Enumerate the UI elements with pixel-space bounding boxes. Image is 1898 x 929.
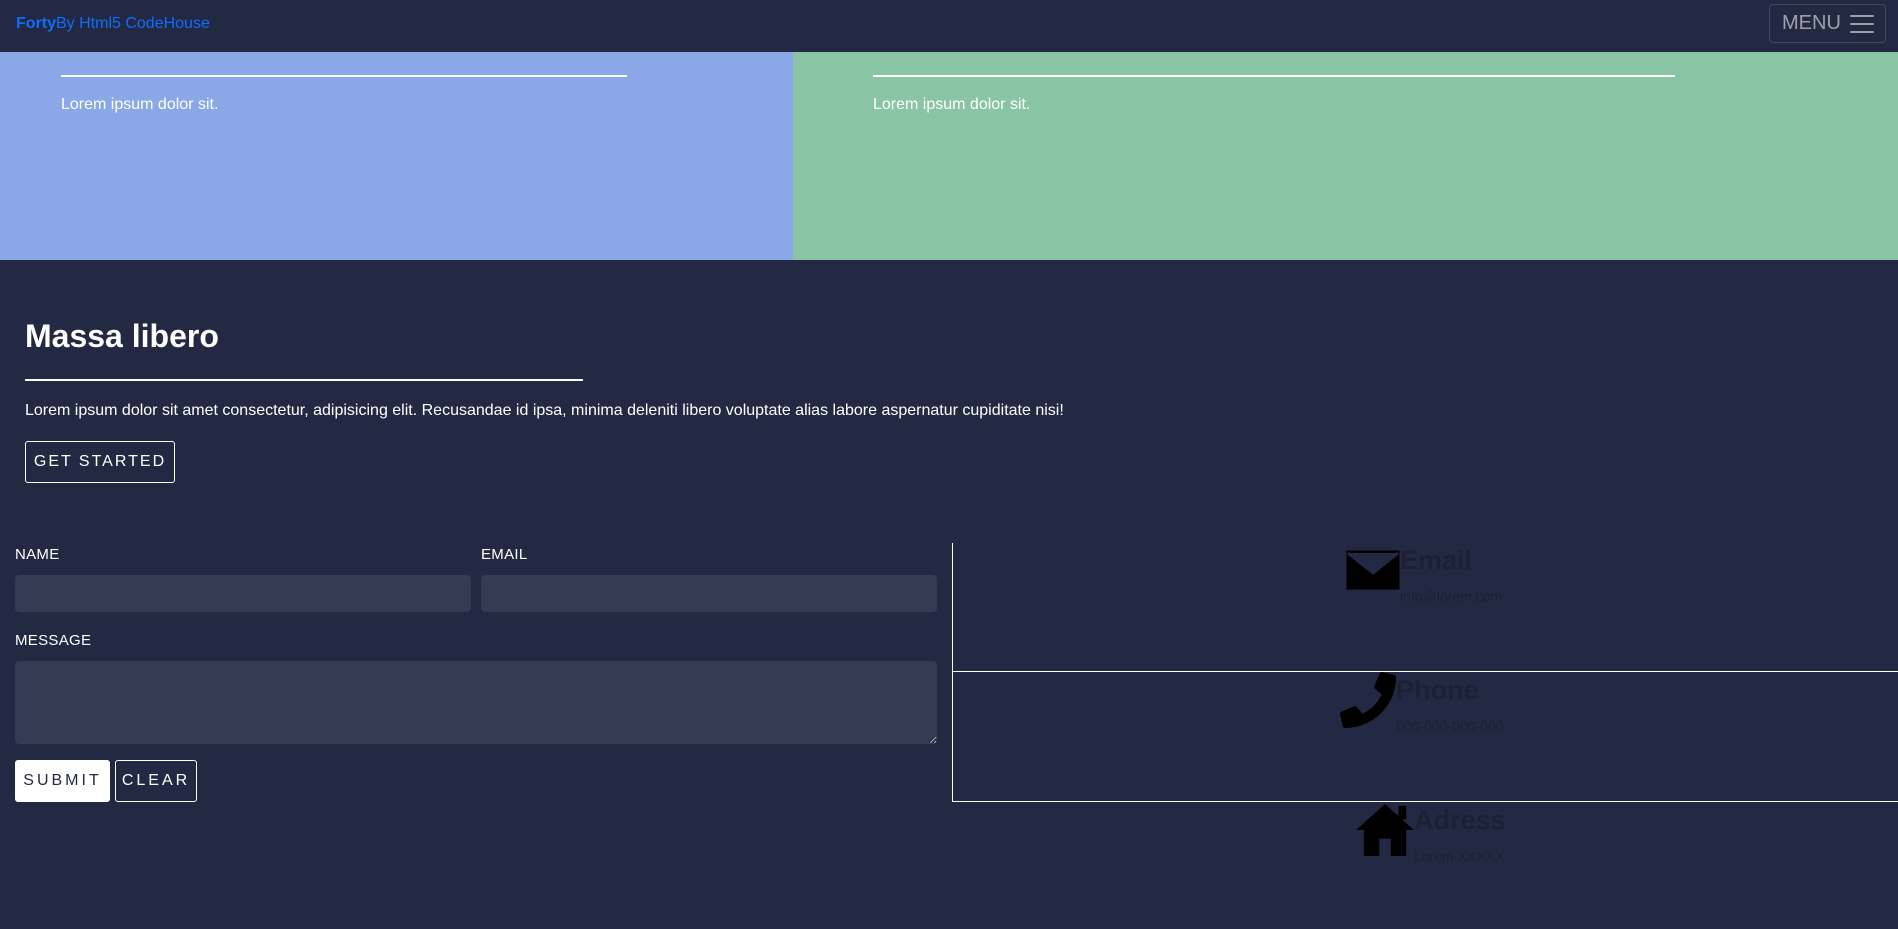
tile-divider xyxy=(873,75,1675,77)
tile-description: Lorem ipsum dolor sit. xyxy=(61,96,219,113)
clear-button[interactable]: CLEAR xyxy=(115,760,197,802)
tile-description: Lorem ipsum dolor sit. xyxy=(873,96,1031,113)
contact-email-title: Email xyxy=(1400,545,1473,575)
contact-phone-value: 000-000-000-000 xyxy=(1396,718,1504,734)
hamburger-icon xyxy=(1849,14,1874,33)
phone-icon xyxy=(1340,672,1396,728)
contact-email-value: info@lorem.com xyxy=(1400,588,1503,604)
heading-divider xyxy=(25,379,583,381)
name-input[interactable] xyxy=(15,575,471,612)
contact-address-title: Adress xyxy=(1414,805,1506,835)
navbar: FortyBy Html5 CodeHouse MENU xyxy=(0,0,1898,52)
contact-divider xyxy=(952,671,1898,672)
get-started-button[interactable]: GET STARTED xyxy=(25,441,175,483)
envelope-icon xyxy=(1345,549,1401,591)
brand-link[interactable]: FortyBy Html5 CodeHouse xyxy=(16,15,210,33)
contact-divider xyxy=(952,801,1898,802)
section-text: Lorem ipsum dolor sit amet consectetur, … xyxy=(25,402,1064,419)
email-input[interactable] xyxy=(481,575,937,612)
brand-bold: Forty xyxy=(16,15,56,32)
home-icon xyxy=(1356,804,1414,856)
tile-green[interactable]: Lorem ipsum dolor sit. xyxy=(793,52,1898,260)
contact-phone-title: Phone xyxy=(1396,675,1479,705)
menu-toggle-button[interactable]: MENU xyxy=(1769,4,1886,43)
contact-address-value: Lorem XXXXX xyxy=(1414,848,1505,864)
name-label: NAME xyxy=(15,546,60,563)
submit-button[interactable]: SUBMIT xyxy=(15,760,110,802)
brand-subtitle: By Html5 CodeHouse xyxy=(56,15,210,32)
menu-label: MENU xyxy=(1782,12,1841,34)
contact-left-border xyxy=(952,543,953,802)
email-label: EMAIL xyxy=(481,546,528,563)
tile-blue[interactable]: Lorem ipsum dolor sit. xyxy=(0,52,793,260)
tile-divider xyxy=(61,75,627,77)
message-label: MESSAGE xyxy=(15,632,92,649)
message-textarea[interactable] xyxy=(15,661,937,744)
section-heading: Massa libero xyxy=(25,318,219,354)
